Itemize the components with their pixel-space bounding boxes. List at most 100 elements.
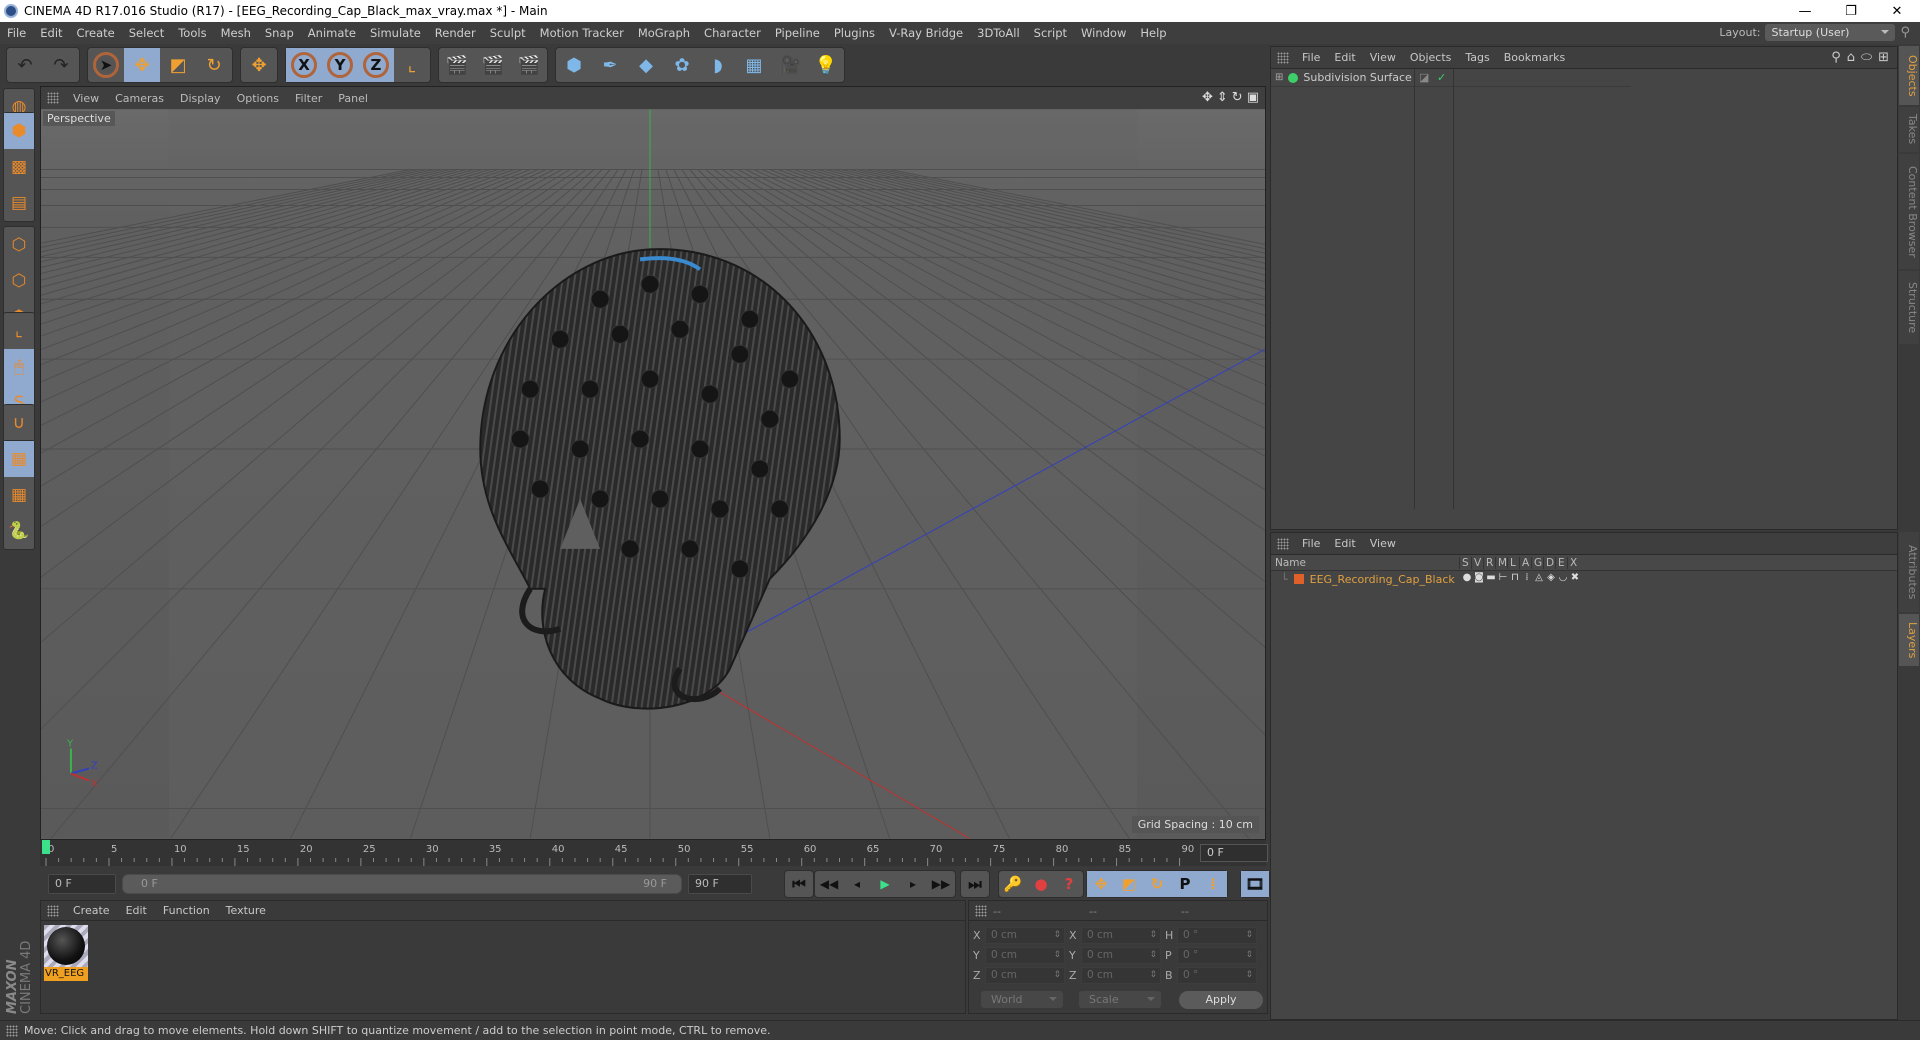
material-menu-edit[interactable]: Edit bbox=[118, 904, 155, 917]
next-key-button[interactable]: ▶▶ bbox=[927, 871, 955, 897]
menu-snap[interactable]: Snap bbox=[258, 26, 301, 40]
floor-button[interactable]: ▦ bbox=[736, 48, 772, 82]
end-frame-field[interactable]: 90 F bbox=[688, 874, 752, 894]
visibility-icon[interactable]: ◪ bbox=[1419, 71, 1429, 84]
tab-objects[interactable]: Objects bbox=[1899, 46, 1919, 105]
panel-grip-icon[interactable] bbox=[47, 904, 59, 917]
pen-button[interactable]: ✒ bbox=[592, 48, 628, 82]
layer-name[interactable]: EEG_Recording_Cap_Black bbox=[1310, 573, 1455, 586]
menu-motion-tracker[interactable]: Motion Tracker bbox=[533, 26, 631, 40]
layer-row[interactable]: └ EEG_Recording_Cap_Black ● ◙ ▬ ⊢ ⊓ ⁞ ◬ ◈ ◡ ✖ bbox=[1271, 571, 1897, 587]
menu-mesh[interactable]: Mesh bbox=[214, 26, 258, 40]
go-to-start-button[interactable]: ⏮ bbox=[785, 871, 813, 897]
layer-column-a[interactable]: A bbox=[1519, 556, 1529, 569]
model-mode-button[interactable]: ⬢ bbox=[4, 113, 34, 149]
material-menu-function[interactable]: Function bbox=[155, 904, 218, 917]
tab-content-browser[interactable]: Content Browser bbox=[1899, 154, 1919, 269]
layer-menu-file[interactable]: File bbox=[1295, 537, 1327, 550]
layer-xref-icon[interactable]: ✖ bbox=[1569, 572, 1581, 583]
rotation-p-field[interactable]: 0 ° bbox=[1177, 947, 1257, 964]
menu-v-ray-bridge[interactable]: V-Ray Bridge bbox=[882, 26, 970, 40]
parameter-key-button[interactable]: P bbox=[1171, 871, 1199, 897]
scale-key-button[interactable]: ◩ bbox=[1115, 871, 1143, 897]
material-menu-create[interactable]: Create bbox=[65, 904, 118, 917]
menu-render[interactable]: Render bbox=[428, 26, 483, 40]
layer-deformers-icon[interactable]: ◈ bbox=[1545, 572, 1557, 583]
last-tool-button[interactable]: ✥ bbox=[241, 48, 277, 82]
size-y-field[interactable]: 0 cm bbox=[1081, 947, 1161, 964]
object-menu-bookmarks[interactable]: Bookmarks bbox=[1497, 51, 1572, 64]
position-x-field[interactable]: 0 cm bbox=[985, 927, 1065, 944]
menu-help[interactable]: Help bbox=[1133, 26, 1173, 40]
rotation-key-button[interactable]: ↻ bbox=[1143, 871, 1171, 897]
layer-solo-icon[interactable]: ● bbox=[1461, 572, 1473, 583]
search-icon[interactable]: ⚲ bbox=[1900, 25, 1910, 40]
menu-simulate[interactable]: Simulate bbox=[363, 26, 428, 40]
layer-expressions-icon[interactable]: ◡ bbox=[1557, 572, 1569, 583]
layout-dropdown[interactable]: Startup (User) bbox=[1765, 24, 1896, 41]
current-frame-field[interactable]: 0 F bbox=[1200, 844, 1268, 862]
menu-script[interactable]: Script bbox=[1027, 26, 1074, 40]
point-level-key-button[interactable]: ⁞ bbox=[1199, 871, 1227, 897]
live-selection-button[interactable]: ➤ bbox=[88, 48, 124, 82]
apply-button[interactable]: Apply bbox=[1179, 991, 1263, 1009]
size-z-field[interactable]: 0 cm bbox=[1081, 967, 1161, 984]
camera-button[interactable]: 🎥 bbox=[772, 48, 808, 82]
minimize-button[interactable]: — bbox=[1782, 0, 1828, 22]
rotation-b-field[interactable]: 0 ° bbox=[1177, 967, 1257, 984]
object-menu-file[interactable]: File bbox=[1295, 51, 1327, 64]
panel-grip-icon[interactable] bbox=[1277, 537, 1289, 550]
object-row[interactable]: ⊞ Subdivision Surface ◪ ✓ bbox=[1271, 69, 1631, 87]
subdivision-surface-button[interactable]: ◆ bbox=[628, 48, 664, 82]
panel-grip-icon[interactable] bbox=[47, 92, 59, 104]
cube-button[interactable]: ⬢ bbox=[556, 48, 592, 82]
pan-icon[interactable]: ✥ bbox=[1202, 90, 1213, 105]
play-button[interactable]: ▶ bbox=[871, 871, 899, 897]
viewport-menu-panel[interactable]: Panel bbox=[330, 92, 376, 105]
position-key-button[interactable]: ✥ bbox=[1087, 871, 1115, 897]
x-axis-button[interactable]: X bbox=[286, 48, 322, 82]
home-icon[interactable]: ⌂ bbox=[1847, 50, 1855, 65]
record-help-button[interactable]: ? bbox=[1055, 871, 1083, 897]
object-menu-objects[interactable]: Objects bbox=[1403, 51, 1459, 64]
panel-grip-icon[interactable] bbox=[1277, 51, 1289, 64]
autokeying-button[interactable]: ● bbox=[1027, 871, 1055, 897]
position-y-field[interactable]: 0 cm bbox=[985, 947, 1065, 964]
viewport-menu-options[interactable]: Options bbox=[229, 92, 287, 105]
coordinate-system-button[interactable]: ⌞ bbox=[394, 48, 430, 82]
timeline-window-button[interactable]: 🎞 bbox=[1241, 871, 1269, 897]
next-frame-button[interactable]: ▸ bbox=[899, 871, 927, 897]
viewport-menu-view[interactable]: View bbox=[65, 92, 107, 105]
redo-button[interactable]: ↷ bbox=[43, 48, 79, 82]
viewport-menu-display[interactable]: Display bbox=[172, 92, 229, 105]
orbit-icon[interactable]: ↻ bbox=[1232, 90, 1243, 105]
layer-animation-icon[interactable]: ⁞ bbox=[1521, 572, 1533, 583]
layer-column-v[interactable]: V bbox=[1471, 556, 1481, 569]
object-menu-tags[interactable]: Tags bbox=[1458, 51, 1496, 64]
workplane-align-button[interactable]: ▦ bbox=[4, 477, 34, 513]
tab-structure[interactable]: Structure bbox=[1899, 271, 1919, 344]
layer-column-m[interactable]: M bbox=[1495, 556, 1507, 569]
expand-icon[interactable]: ⊞ bbox=[1275, 72, 1283, 83]
keyframe-selection-button[interactable]: 🔑 bbox=[999, 871, 1027, 897]
light-button[interactable]: 💡 bbox=[808, 48, 844, 82]
camera-label[interactable]: Perspective bbox=[43, 111, 115, 126]
cloner-button[interactable]: ✿ bbox=[664, 48, 700, 82]
tweak-mode-button[interactable]: 🖱 bbox=[4, 349, 34, 385]
undo-button[interactable]: ↶ bbox=[7, 48, 43, 82]
menu-mograph[interactable]: MoGraph bbox=[631, 26, 697, 40]
enabled-check-icon[interactable]: ✓ bbox=[1437, 71, 1446, 84]
transform-mode-dropdown[interactable]: Scale bbox=[1079, 991, 1161, 1008]
layer-visible-editor-icon[interactable]: ◙ bbox=[1473, 572, 1485, 583]
menu-3dtoall[interactable]: 3DToAll bbox=[970, 26, 1027, 40]
layer-locked-icon[interactable]: ⊓ bbox=[1509, 572, 1521, 583]
y-axis-button[interactable]: Y bbox=[322, 48, 358, 82]
size-x-field[interactable]: 0 cm bbox=[1081, 927, 1161, 944]
render-view-button[interactable]: 🎬 bbox=[439, 48, 475, 82]
menu-sculpt[interactable]: Sculpt bbox=[483, 26, 533, 40]
menu-select[interactable]: Select bbox=[122, 26, 171, 40]
z-axis-button[interactable]: Z bbox=[358, 48, 394, 82]
render-settings-button[interactable]: 🎬 bbox=[511, 48, 547, 82]
layer-menu-view[interactable]: View bbox=[1363, 537, 1403, 550]
points-mode-button[interactable]: ⬡ bbox=[4, 227, 34, 263]
